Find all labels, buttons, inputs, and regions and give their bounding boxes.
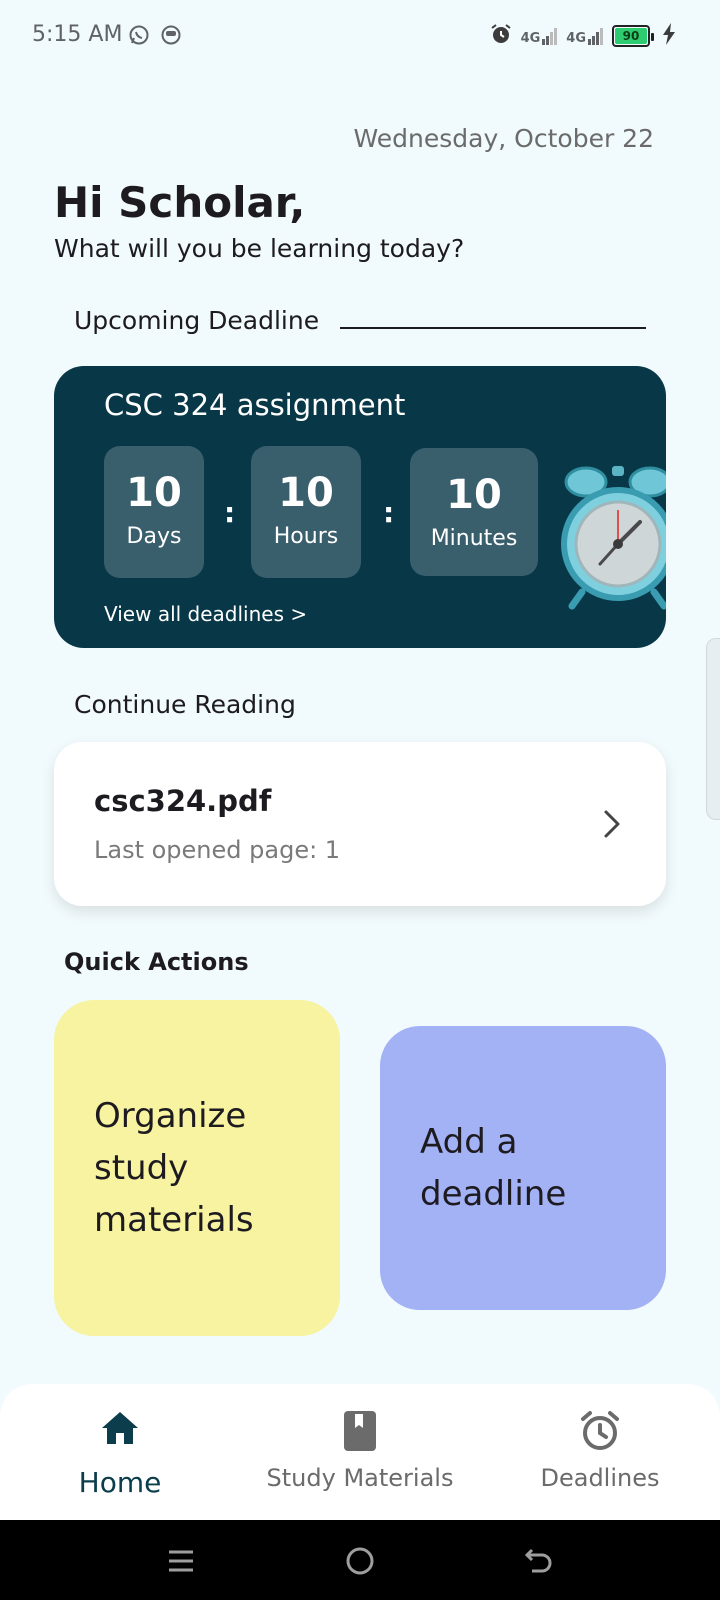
bottom-navigation: Home Study Materials Deadlines (0, 1384, 720, 1520)
minutes-value: 10 (446, 472, 502, 518)
alarm-icon (489, 22, 513, 50)
last-opened-page: Last opened page: 1 (94, 836, 341, 864)
nav-study-materials[interactable]: Study Materials (250, 1410, 470, 1492)
deadline-title: CSC 324 assignment (104, 388, 406, 422)
quick-actions-heading: Quick Actions (64, 948, 249, 976)
alarm-clock-illustration-icon (558, 460, 666, 614)
countdown-minutes: 10 Minutes (410, 448, 538, 576)
greeting-subtitle: What will you be learning today? (54, 234, 465, 263)
organize-study-materials-button[interactable]: Organize study materials (54, 1000, 340, 1336)
separator: : (383, 496, 395, 529)
hours-label: Hours (273, 524, 339, 549)
alarm-clock-icon (579, 1411, 621, 1456)
status-time: 5:15 AM (32, 22, 123, 47)
minutes-label: Minutes (430, 526, 518, 551)
days-label: Days (126, 524, 182, 549)
add-deadline-label: Add a deadline (420, 1122, 567, 1214)
organize-label: Organize study materials (94, 1096, 254, 1240)
battery-level: 90 (615, 28, 647, 44)
whatsapp-icon (128, 24, 150, 50)
signal-icon: 4G (521, 27, 559, 45)
days-value: 10 (126, 470, 182, 516)
system-navigation-bar (0, 1520, 720, 1600)
book-icon (343, 1411, 377, 1456)
battery-icon: 90 (612, 25, 654, 47)
nav-deadlines[interactable]: Deadlines (520, 1410, 680, 1492)
back-icon[interactable] (524, 1546, 554, 1580)
nav-home-label: Home (78, 1466, 162, 1499)
greeting-title: Hi Scholar, (54, 178, 306, 227)
countdown-days: 10 Days (104, 446, 204, 578)
divider (340, 327, 646, 329)
status-right-icons: 4G 4G 90 (489, 22, 676, 50)
signal-icon: 4G (566, 27, 604, 45)
home-button-icon[interactable] (345, 1546, 375, 1580)
view-all-deadlines-link[interactable]: View all deadlines > (104, 602, 307, 626)
recents-menu-icon[interactable] (166, 1546, 196, 1580)
file-name: csc324.pdf (94, 784, 272, 818)
current-date: Wednesday, October 22 (353, 124, 654, 153)
chevron-right-icon (602, 808, 622, 844)
app-icon (160, 24, 182, 50)
side-panel-handle[interactable] (706, 638, 720, 820)
separator: : (224, 496, 236, 529)
add-deadline-button[interactable]: Add a deadline (380, 1026, 666, 1310)
hours-value: 10 (278, 470, 334, 516)
charging-icon (662, 23, 676, 49)
upcoming-deadline-card[interactable]: CSC 324 assignment 10 Days : 10 Hours : … (54, 366, 666, 648)
countdown-hours: 10 Hours (251, 446, 361, 578)
upcoming-deadline-heading: Upcoming Deadline (74, 306, 320, 335)
nav-deadlines-label: Deadlines (540, 1464, 660, 1492)
nav-study-materials-label: Study Materials (266, 1464, 454, 1492)
status-left-icons (128, 24, 182, 50)
continue-reading-heading: Continue Reading (74, 690, 296, 719)
home-icon (100, 1412, 140, 1450)
nav-home[interactable]: Home (60, 1410, 180, 1499)
continue-reading-card[interactable]: csc324.pdf Last opened page: 1 (54, 742, 666, 906)
